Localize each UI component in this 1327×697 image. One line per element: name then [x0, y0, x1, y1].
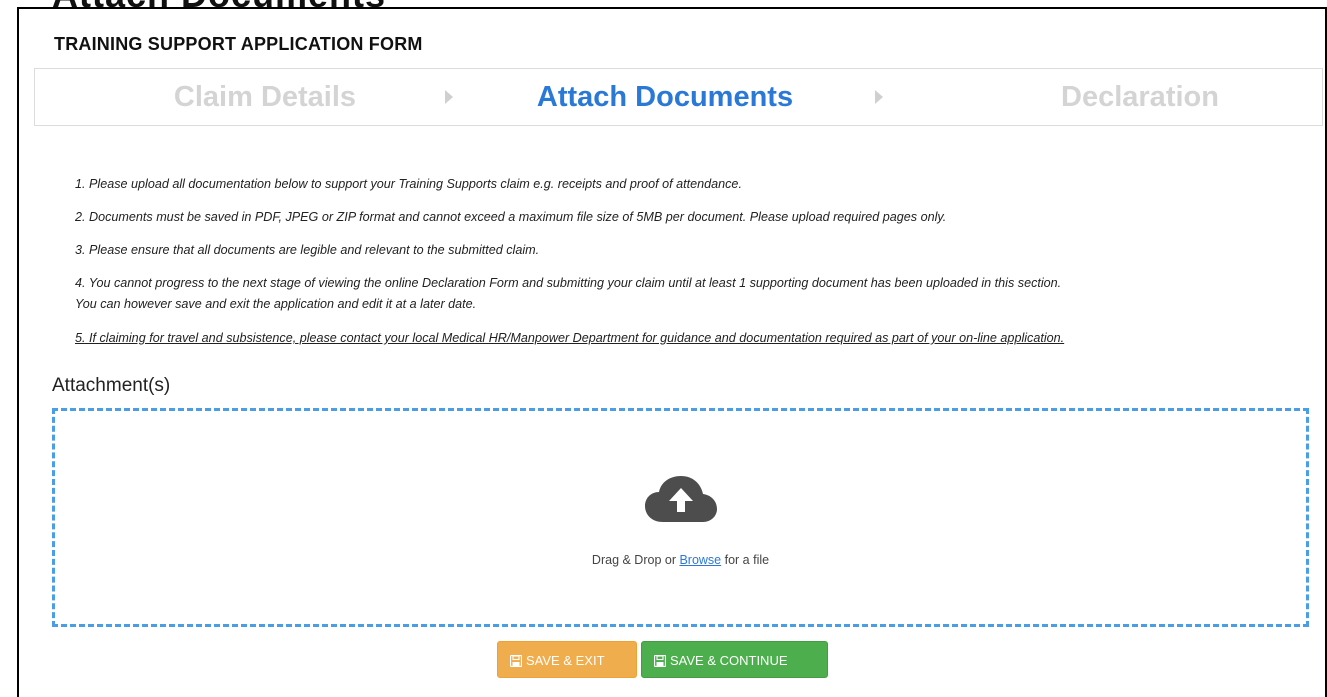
browse-link[interactable]: Browse [679, 553, 721, 567]
cloud-upload-icon [645, 476, 717, 522]
form-title: TRAINING SUPPORT APPLICATION FORM [54, 34, 423, 54]
step-declaration[interactable]: Declaration [970, 69, 1310, 125]
step-progress-bar: Claim Details Attach Documents Declarati… [34, 68, 1323, 126]
step-claim-details[interactable]: Claim Details [105, 69, 425, 125]
file-dropzone[interactable]: Drag & Drop or Browse for a file [52, 408, 1309, 627]
floppy-disk-icon [653, 654, 667, 668]
instruction-5: 5. If claiming for travel and subsistenc… [75, 331, 1065, 345]
dropzone-text-before: Drag & Drop or [591, 553, 680, 567]
instruction-4: 4. You cannot progress to the next stage… [75, 276, 1062, 290]
instruction-4-continued: You can however save and exit the applic… [75, 297, 477, 311]
instruction-2: 2. Documents must be saved in PDF, JPEG … [75, 210, 947, 224]
save-continue-label: SAVE & CONTINUE [670, 653, 788, 668]
instruction-3: 3. Please ensure that all documents are … [75, 243, 540, 257]
step-arrow-icon [875, 90, 883, 104]
step-attach-documents[interactable]: Attach Documents [505, 69, 825, 125]
save-exit-button[interactable]: SAVE & EXIT [497, 641, 637, 678]
dropzone-text: Drag & Drop or Browse for a file [55, 553, 1306, 567]
save-exit-label: SAVE & EXIT [526, 653, 605, 668]
save-continue-button[interactable]: SAVE & CONTINUE [641, 641, 828, 678]
dropzone-text-after: for a file [721, 553, 770, 567]
instruction-1: 1. Please upload all documentation below… [75, 177, 742, 191]
step-arrow-icon [445, 90, 453, 104]
floppy-disk-icon [509, 654, 523, 668]
attachments-label: Attachment(s) [52, 375, 171, 396]
